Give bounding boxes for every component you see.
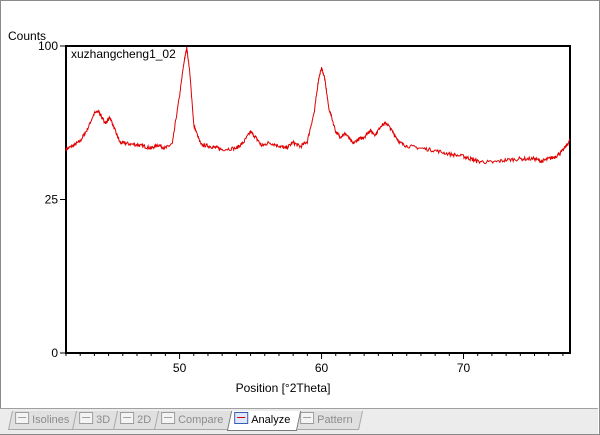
tab-label: Compare [178, 414, 224, 426]
tab-label: 3D [96, 414, 111, 426]
3d-view-icon [79, 412, 94, 424]
x-axis-label: Position [°2Theta] [236, 381, 331, 395]
pattern-icon [299, 412, 314, 424]
tab-content: 3D [79, 411, 110, 429]
x-tick-label: 50 [173, 361, 187, 375]
compare-icon [161, 412, 176, 424]
x-tick-label: 70 [457, 361, 471, 375]
tab-analyze[interactable]: Analyze [226, 411, 301, 431]
tab-label: Pattern [316, 414, 353, 426]
tab-isolines[interactable]: Isolines [7, 411, 81, 430]
plot-area[interactable] [65, 45, 571, 354]
tab-pattern[interactable]: Pattern [292, 411, 364, 430]
tab-label: 2D [137, 414, 152, 426]
tab-content: Compare [161, 411, 224, 429]
xrd-chart: Counts 02510050 60 70 xuzhangcheng1_02 Pos… [8, 29, 571, 395]
tab-content: Isolines [15, 411, 69, 429]
tab-content: Analyze [233, 411, 291, 429]
analyze-icon [233, 412, 248, 424]
view-tabs: Isolines 3D 2D Compare Analyze Pattern [7, 411, 364, 431]
tab-content: Pattern [299, 411, 353, 429]
x-tick-label: 60 [315, 361, 329, 375]
series-label: xuzhangcheng1_02 [71, 47, 176, 61]
2d-view-icon [120, 412, 135, 424]
tab-content: 2D [120, 411, 152, 429]
y-tick-label: 0 [51, 346, 58, 360]
y-tick-label: 100 [38, 39, 58, 53]
tab-label: Analyze [250, 414, 291, 426]
tab-compare[interactable]: Compare [154, 411, 235, 430]
isolines-icon [15, 412, 30, 424]
tab-label: Isolines [32, 414, 70, 426]
y-tick-label: 25 [45, 193, 59, 207]
